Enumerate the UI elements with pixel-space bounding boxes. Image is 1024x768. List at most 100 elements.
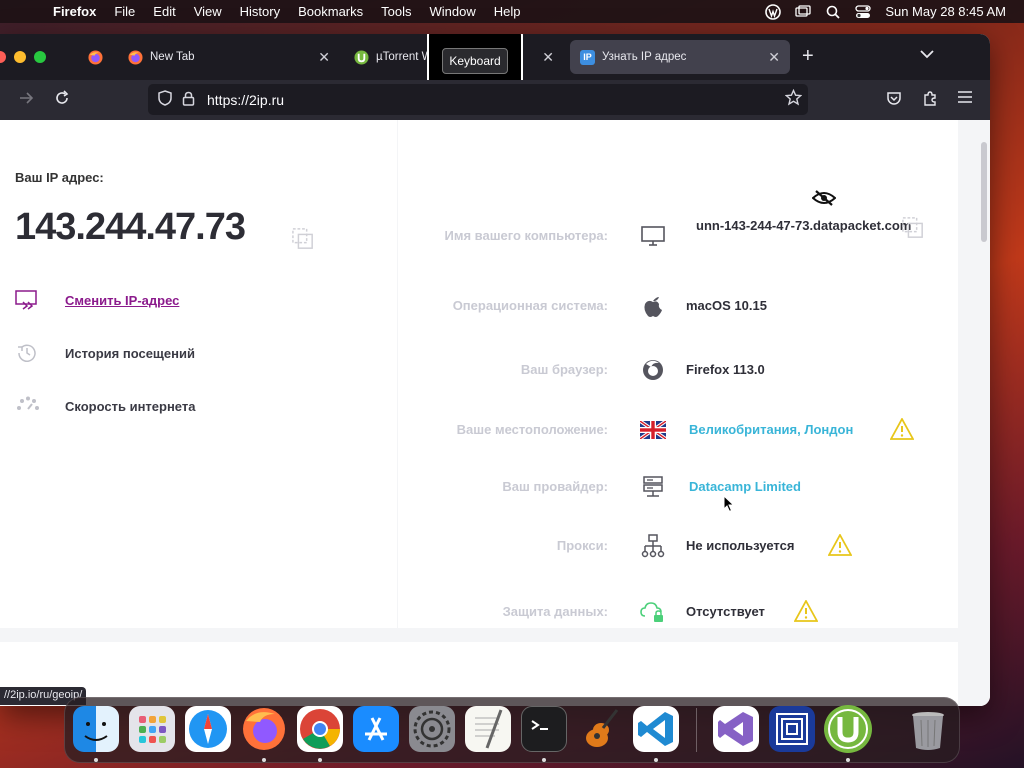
info-value: macOS 10.15 xyxy=(686,298,767,313)
proxy-icon xyxy=(640,534,666,558)
dock-launchpad-icon[interactable] xyxy=(129,706,175,752)
tab-new-tab[interactable]: New Tab ✕ xyxy=(118,40,340,74)
minimize-window-button[interactable] xyxy=(14,51,26,63)
url-bar[interactable] xyxy=(148,84,808,115)
wordpress-status-icon[interactable] xyxy=(765,3,782,20)
dock-running-indicator xyxy=(846,758,850,762)
menu-view[interactable]: View xyxy=(185,4,231,19)
change-ip-icon xyxy=(15,290,41,310)
page-content: Ваш IP адрес: 143.244.47.73 Сменить IP-а… xyxy=(0,120,990,706)
internet-speed-link[interactable]: Скорость интернета xyxy=(15,396,195,416)
menu-app-name[interactable]: Firefox xyxy=(44,4,105,19)
close-tab-icon[interactable]: ✕ xyxy=(542,49,554,66)
utorrent-icon xyxy=(354,49,369,65)
dock-firefox-icon[interactable] xyxy=(241,706,287,752)
location-link[interactable]: Великобритания, Лондон xyxy=(689,422,853,437)
apple-icon xyxy=(640,294,666,318)
info-row-location: Ваше местоположение: Великобритания, Лон… xyxy=(398,410,958,450)
info-label: Защита данных: xyxy=(502,604,608,619)
dock-chrome-icon[interactable] xyxy=(297,706,343,752)
menu-bookmarks[interactable]: Bookmarks xyxy=(289,4,372,19)
zoom-window-button[interactable] xyxy=(34,51,46,63)
info-label: Прокси: xyxy=(556,538,608,553)
screen-mirroring-icon[interactable] xyxy=(795,4,811,19)
cloud-lock-icon xyxy=(640,600,666,624)
computer-icon xyxy=(640,224,666,248)
navigation-toolbar xyxy=(0,80,990,120)
dock-running-indicator xyxy=(542,758,546,762)
info-value: Firefox 113.0 xyxy=(686,362,765,377)
tab-title: µTorrent W xyxy=(376,51,433,63)
address-input[interactable] xyxy=(207,91,747,108)
menu-file[interactable]: File xyxy=(105,4,144,19)
hamburger-menu-icon[interactable] xyxy=(958,90,972,108)
uk-flag-icon xyxy=(640,418,666,442)
dock-remote-desktop-icon[interactable] xyxy=(769,706,815,752)
spotlight-search-icon[interactable] xyxy=(825,5,841,19)
history-icon xyxy=(15,343,41,363)
lock-icon[interactable] xyxy=(182,91,195,109)
info-label: Имя вашего компьютера: xyxy=(444,228,608,243)
info-label: Ваш браузер: xyxy=(520,362,608,377)
menu-history[interactable]: History xyxy=(231,4,289,19)
tab-2ip[interactable]: IP Узнать IP адрес ✕ xyxy=(570,40,790,74)
keyboard-overlay-label: Keyboard xyxy=(442,48,508,74)
control-center-icon[interactable] xyxy=(855,4,871,19)
page-scrollbar[interactable] xyxy=(981,142,987,242)
ip-address-value: 143.244.47.73 xyxy=(15,206,246,248)
close-tab-icon[interactable]: ✕ xyxy=(318,49,330,66)
menu-datetime[interactable]: Sun May 28 8:45 AM xyxy=(885,4,1006,19)
forward-arrow-icon[interactable] xyxy=(18,90,34,111)
info-label: Ваше местоположение: xyxy=(456,422,608,437)
dock-visual-studio-icon[interactable] xyxy=(713,706,759,752)
dock-garageband-icon[interactable] xyxy=(577,706,623,752)
hide-eye-icon[interactable] xyxy=(812,190,836,206)
pinned-tab-firefox[interactable] xyxy=(78,40,114,74)
info-row-browser: Ваш браузер: Firefox 113.0 xyxy=(398,350,958,390)
change-ip-link[interactable]: Сменить IP-адрес xyxy=(15,290,179,310)
internet-speed-label: Скорость интернета xyxy=(65,398,196,414)
dock-system-preferences-icon[interactable] xyxy=(409,706,455,752)
dock-running-indicator xyxy=(262,758,266,762)
dock-running-indicator xyxy=(318,758,322,762)
copy-ip-icon[interactable] xyxy=(292,228,314,250)
dock-safari-icon[interactable] xyxy=(185,706,231,752)
mouse-cursor-icon xyxy=(723,495,735,513)
warning-icon[interactable] xyxy=(890,418,914,440)
menu-tools[interactable]: Tools xyxy=(372,4,420,19)
copy-hostname-icon[interactable] xyxy=(902,217,924,239)
dock-utorrent-icon[interactable] xyxy=(824,705,872,753)
warning-icon[interactable] xyxy=(794,600,818,622)
list-all-tabs-chevron-icon[interactable] xyxy=(920,47,934,62)
dock-finder-icon[interactable] xyxy=(73,706,119,752)
bookmark-star-icon[interactable] xyxy=(784,88,803,111)
visit-history-link[interactable]: История посещений xyxy=(15,343,195,363)
info-label: Операционная система: xyxy=(452,298,608,313)
reload-icon[interactable] xyxy=(54,90,70,111)
menu-window[interactable]: Window xyxy=(421,4,485,19)
new-tab-plus-icon[interactable]: + xyxy=(802,45,814,68)
dock-vscode-icon[interactable] xyxy=(633,706,679,752)
dock-trash-icon[interactable] xyxy=(905,706,951,752)
info-label: Ваш провайдер: xyxy=(502,479,608,494)
close-window-button[interactable] xyxy=(0,51,6,63)
dock-running-indicator xyxy=(654,758,658,762)
dock-running-indicator xyxy=(94,758,98,762)
dock-app-store-icon[interactable] xyxy=(353,706,399,752)
tracking-shield-icon[interactable] xyxy=(158,90,172,109)
close-tab-icon[interactable]: ✕ xyxy=(768,49,780,66)
provider-link[interactable]: Datacamp Limited xyxy=(689,479,801,494)
speed-icon xyxy=(15,396,41,416)
menu-bar: Firefox File Edit View History Bookmarks… xyxy=(0,0,1024,23)
menu-edit[interactable]: Edit xyxy=(144,4,184,19)
extensions-puzzle-icon[interactable] xyxy=(922,90,938,111)
tab-title: New Tab xyxy=(150,51,195,63)
menu-help[interactable]: Help xyxy=(485,4,530,19)
dock-terminal-icon[interactable] xyxy=(521,706,567,752)
warning-icon[interactable] xyxy=(828,534,852,556)
pocket-icon[interactable] xyxy=(886,90,902,111)
dock-textedit-icon[interactable] xyxy=(465,706,511,752)
server-icon xyxy=(640,475,666,499)
firefox-icon xyxy=(128,49,143,65)
info-card: Имя вашего компьютера: unn-143-244-47-73… xyxy=(398,120,958,628)
